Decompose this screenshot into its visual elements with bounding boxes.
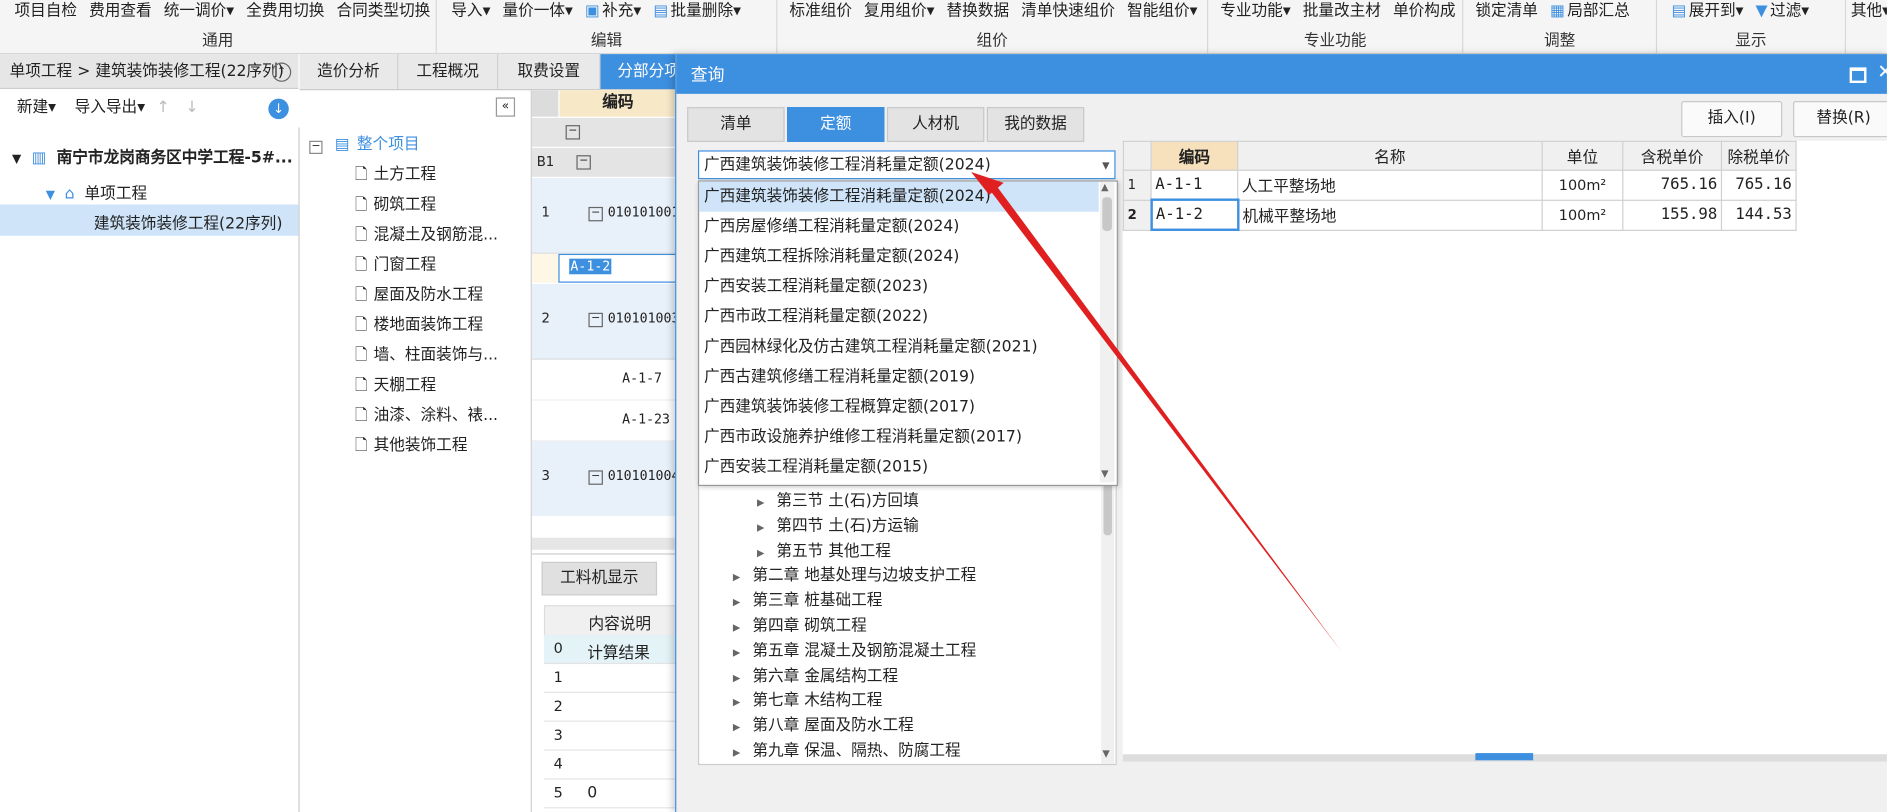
arrow-shaft bbox=[972, 173, 1342, 653]
annotation-arrow bbox=[971, 172, 1342, 653]
